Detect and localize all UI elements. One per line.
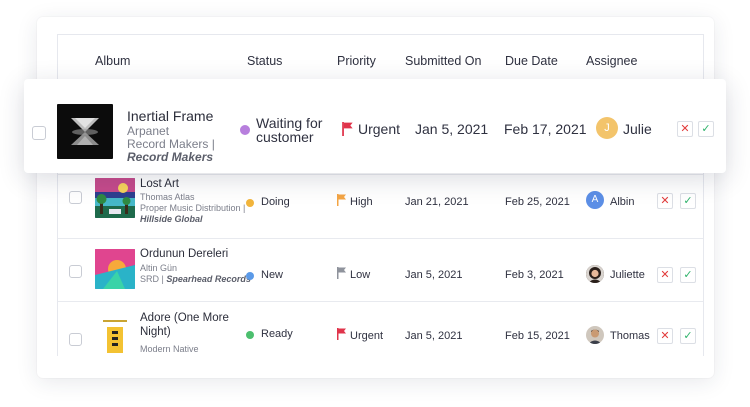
album-cover	[95, 178, 135, 218]
album-meta: Thomas Atlas Proper Music Distribution |…	[140, 192, 270, 225]
row-checkbox[interactable]	[69, 333, 82, 346]
row-checkbox[interactable]	[69, 191, 82, 204]
submitted-date: Jan 5, 2021	[405, 330, 463, 342]
reject-button[interactable]: ✕	[677, 121, 693, 137]
column-header-album[interactable]: Album	[95, 54, 130, 68]
album-title[interactable]: Lost Art	[140, 177, 179, 191]
priority-text: Low	[350, 269, 371, 281]
priority-text: High	[350, 196, 373, 208]
column-header-priority[interactable]: Priority	[337, 54, 376, 68]
assignee-name: Thomas	[610, 330, 650, 342]
avatar: A	[586, 191, 604, 209]
album-artist: Altin Gün	[140, 263, 178, 273]
assignee-name: Julie	[623, 121, 652, 137]
avatar: J	[596, 117, 618, 139]
assignee-name: Juliette	[610, 269, 645, 281]
album-artist: Modern Native	[140, 344, 199, 354]
album-distributor: Record Makers |	[127, 137, 215, 151]
row-checkbox[interactable]	[32, 126, 46, 140]
reject-button[interactable]: ✕	[657, 267, 673, 283]
due-date: Feb 3, 2021	[505, 269, 564, 281]
assignee-name: Albin	[610, 196, 635, 208]
approve-button[interactable]: ✓	[680, 193, 696, 209]
album-meta: Arpanet Record Makers | Record Makers	[127, 125, 237, 164]
column-header-due[interactable]: Due Date	[505, 54, 558, 68]
due-date: Feb 15, 2021	[505, 330, 570, 342]
album-distributor: Proper Music Distribution |	[140, 203, 246, 213]
submitted-date: Jan 21, 2021	[405, 196, 469, 208]
album-artist: Thomas Atlas	[140, 192, 195, 202]
reject-button[interactable]: ✕	[657, 328, 673, 344]
table-row[interactable]: Lost Art Thomas Atlas Proper Music Distr…	[58, 174, 703, 238]
flag-icon	[337, 267, 346, 279]
priority-text: Urgent	[350, 330, 384, 342]
flag-icon	[342, 122, 353, 136]
status-dot	[246, 272, 254, 280]
row-checkbox[interactable]	[69, 265, 82, 278]
flag-icon	[337, 194, 346, 206]
status-text: Doing	[261, 196, 290, 208]
album-cover	[95, 317, 135, 356]
due-date: Feb 17, 2021	[504, 121, 587, 137]
album-cover	[57, 104, 113, 159]
due-date: Feb 25, 2021	[505, 196, 570, 208]
status-dot	[240, 125, 250, 135]
approve-button[interactable]: ✓	[680, 328, 696, 344]
album-title[interactable]: Ordunun Dereleri	[140, 247, 228, 261]
reject-button[interactable]: ✕	[657, 193, 673, 209]
status-dot	[246, 199, 254, 207]
table-row-highlighted[interactable]: Inertial Frame Arpanet Record Makers | R…	[24, 79, 726, 173]
submitted-date: Jan 5, 2021	[415, 121, 489, 137]
column-header-status[interactable]: Status	[247, 54, 282, 68]
album-label: Hillside Global	[140, 214, 203, 224]
table-row[interactable]: Adore (One More Night) Modern Native Rea…	[58, 301, 703, 356]
priority-text: Urgent	[358, 121, 401, 137]
approve-button[interactable]: ✓	[698, 121, 714, 137]
album-artist: Arpanet	[127, 124, 170, 138]
avatar	[586, 265, 604, 283]
album-label: Record Makers	[127, 150, 214, 164]
submitted-date: Jan 5, 2021	[405, 269, 463, 281]
status-text: Ready	[261, 328, 293, 340]
album-title[interactable]: Adore (One More Night)	[140, 311, 250, 339]
column-header-submitted[interactable]: Submitted On	[405, 54, 481, 68]
approve-button[interactable]: ✓	[680, 267, 696, 283]
album-label: Spearhead Records	[166, 274, 251, 284]
album-distributor: SRD |	[140, 274, 164, 284]
table-row[interactable]: Ordunun Dereleri Altin Gün SRD | Spearhe…	[58, 238, 703, 301]
column-header-assignee[interactable]: Assignee	[586, 54, 637, 68]
status-text: New	[261, 269, 284, 281]
status-text: Waiting for customer	[256, 115, 323, 145]
flag-icon	[337, 328, 346, 340]
album-cover	[95, 249, 135, 289]
album-title[interactable]: Inertial Frame	[127, 108, 213, 124]
avatar	[586, 326, 604, 344]
status-dot	[246, 331, 254, 339]
